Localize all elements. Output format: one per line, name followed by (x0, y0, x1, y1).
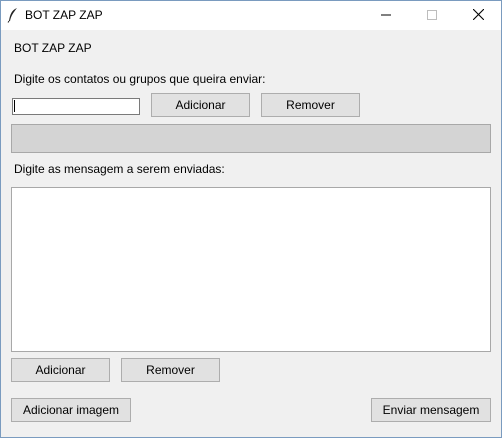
app-header-label: BOT ZAP ZAP (14, 41, 92, 55)
contacts-prompt-label: Digite os contatos ou grupos que queira … (14, 72, 266, 86)
add-image-button[interactable]: Adicionar imagem (11, 398, 131, 422)
remove-message-button[interactable]: Remover (121, 358, 220, 382)
close-icon (472, 8, 484, 23)
feather-icon (7, 7, 19, 23)
remove-contact-button[interactable]: Remover (261, 93, 360, 117)
message-text-area[interactable] (11, 187, 491, 352)
close-button[interactable] (455, 1, 501, 30)
minimize-icon (381, 9, 391, 23)
maximize-button[interactable] (409, 1, 455, 30)
maximize-icon (427, 9, 437, 23)
contacts-listbox[interactable] (11, 124, 491, 153)
add-contact-button[interactable]: Adicionar (151, 93, 250, 117)
minimize-button[interactable] (363, 1, 409, 30)
text-caret (14, 100, 15, 112)
messages-prompt-label: Digite as mensagem a serem enviadas: (14, 162, 225, 176)
send-message-button[interactable]: Enviar mensagem (371, 398, 491, 422)
app-window: BOT ZAP ZAP BOT ZAP ZAP Digite os contat… (0, 0, 502, 438)
window-title: BOT ZAP ZAP (25, 8, 103, 22)
title-bar[interactable]: BOT ZAP ZAP (1, 1, 501, 30)
add-message-button[interactable]: Adicionar (11, 358, 110, 382)
